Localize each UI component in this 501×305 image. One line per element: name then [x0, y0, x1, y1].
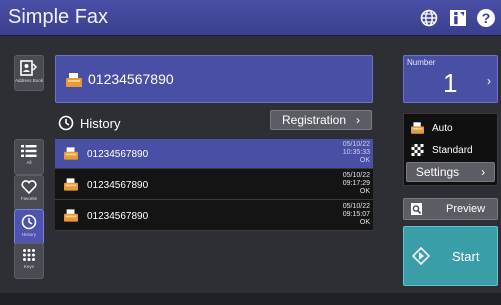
- destination-number: 01234567890: [88, 71, 174, 87]
- settings-button[interactable]: Settings ›: [406, 162, 495, 182]
- help-icon[interactable]: ?: [475, 7, 497, 29]
- address-book-label: Address Book: [15, 78, 44, 83]
- fax-icon: [66, 73, 82, 87]
- destination-number-field[interactable]: 01234567890: [55, 55, 373, 103]
- keypad-icon: [23, 249, 35, 261]
- settings-summary: Auto Standard Settings ›: [403, 113, 498, 186]
- keys-label: Keys: [23, 264, 34, 269]
- list-icon: [21, 145, 37, 157]
- address-book-icon: [20, 60, 38, 76]
- row-number: 01234567890: [87, 149, 149, 160]
- keys-button[interactable]: Keys: [14, 243, 44, 279]
- all-button[interactable]: All: [14, 139, 44, 175]
- title-bar: Simple Fax ?: [0, 0, 501, 36]
- heart-icon: [21, 180, 37, 194]
- favorite-label: Favorite: [20, 196, 38, 201]
- history-list: 01234567890 05/10/22 10:35:33 OK 0123456…: [55, 139, 373, 231]
- preview-icon: [411, 203, 422, 215]
- row-status: OK: [359, 157, 370, 164]
- quality-value: Standard: [432, 144, 473, 156]
- bottom-bar: [0, 293, 501, 305]
- history-row[interactable]: 01234567890 05/10/22 09:15:07 OK: [55, 201, 373, 231]
- registration-button[interactable]: Registration ›: [270, 110, 372, 130]
- row-time: 10:35:33: [342, 149, 370, 156]
- chevron-right-icon: ›: [481, 165, 486, 179]
- row-meta: 05/10/22 10:35:33 OK: [343, 141, 370, 165]
- history-rail-label: History: [21, 232, 36, 237]
- settings-label: Settings: [415, 165, 460, 179]
- mode-value: Auto: [432, 122, 453, 134]
- globe-icon[interactable]: [418, 7, 440, 29]
- row-status: OK: [359, 188, 370, 195]
- history-header: History: [58, 113, 120, 133]
- fax-icon: [64, 147, 78, 160]
- row-time: 09:17:29: [342, 180, 370, 187]
- fax-mode-icon: [411, 122, 424, 134]
- app-title: Simple Fax: [8, 6, 109, 28]
- copies-number-button[interactable]: Number 1 ›: [403, 55, 498, 103]
- number-value: 1: [443, 68, 458, 98]
- row-status: OK: [359, 219, 370, 226]
- all-label: All: [26, 160, 32, 165]
- start-button[interactable]: Start: [403, 226, 498, 286]
- history-icon: [58, 115, 74, 131]
- favorite-button[interactable]: Favorite: [14, 175, 44, 211]
- row-date: 05/10/22: [342, 172, 370, 179]
- info-icon[interactable]: [447, 7, 469, 29]
- address-book-button[interactable]: Address Book: [14, 55, 44, 91]
- start-label: Start: [452, 248, 480, 264]
- quality-line: Standard: [411, 144, 473, 156]
- registration-label: Registration: [281, 113, 347, 127]
- history-row[interactable]: 01234567890 05/10/22 09:17:29 OK: [55, 170, 373, 200]
- row-meta: 05/10/22 09:17:29 OK: [343, 172, 370, 196]
- row-date: 05/10/22: [342, 203, 370, 210]
- history-button[interactable]: History: [14, 209, 44, 245]
- number-label: Number: [407, 58, 436, 67]
- row-number: 01234567890: [87, 180, 149, 191]
- row-number: 01234567890: [87, 211, 149, 222]
- chevron-right-icon: ›: [487, 74, 491, 88]
- fax-icon: [64, 178, 78, 191]
- preview-label: Preview: [446, 203, 486, 215]
- chevron-right-icon: ›: [356, 113, 361, 127]
- history-title: History: [80, 115, 121, 131]
- svg-text:?: ?: [482, 10, 491, 26]
- row-date: 05/10/22: [342, 141, 370, 148]
- history-row[interactable]: 01234567890 05/10/22 10:35:33 OK: [55, 139, 373, 169]
- row-time: 09:15:07: [342, 211, 370, 218]
- start-icon: [412, 247, 430, 265]
- preview-button[interactable]: Preview: [403, 198, 498, 220]
- row-meta: 05/10/22 09:15:07 OK: [343, 203, 370, 227]
- fax-icon: [64, 209, 78, 222]
- mode-line: Auto: [411, 122, 453, 134]
- clock-icon: [21, 214, 37, 230]
- checker-icon: [411, 144, 424, 156]
